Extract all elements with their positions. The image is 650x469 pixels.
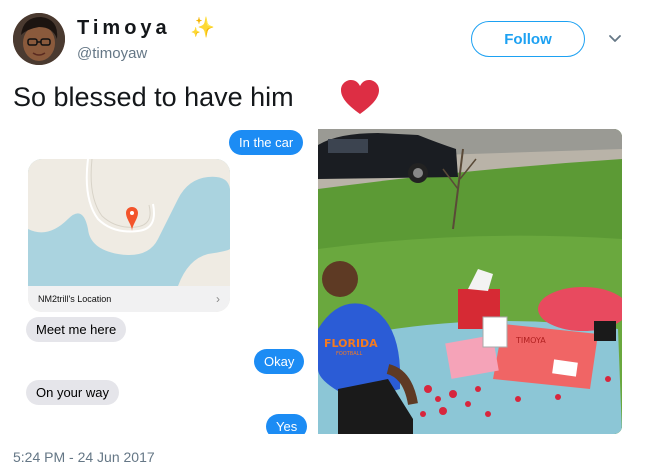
tweet-timestamp[interactable]: 5:24 PM - 24 Jun 2017 (13, 449, 155, 465)
chevron-down-icon[interactable] (605, 29, 625, 49)
display-name[interactable]: Timoya (77, 17, 171, 40)
picnic-photo-image: TIMOYA FLORIDA FOOTBALL (318, 129, 622, 434)
chevron-right-icon: › (216, 292, 220, 306)
message-meet-me-here: Meet me here (26, 317, 127, 342)
picnic-photo[interactable]: TIMOYA FLORIDA FOOTBALL (318, 129, 622, 434)
tweet-media[interactable]: In the car NM2trill's Location › Meet me… (13, 129, 622, 434)
map-icon (28, 159, 230, 286)
follow-button[interactable]: Follow (471, 21, 585, 57)
imessage-screenshot[interactable]: In the car NM2trill's Location › Meet me… (13, 129, 313, 434)
black-box (594, 321, 616, 341)
shirt-subtext: FOOTBALL (336, 351, 362, 357)
avatar[interactable] (13, 13, 65, 65)
red-heart-icon (341, 80, 379, 114)
shirt-text: FLORIDA (324, 337, 378, 350)
sign-text: TIMOYA (515, 336, 546, 345)
red-poster: TIMOYA (493, 324, 598, 389)
message-yes: Yes (266, 414, 308, 434)
user-handle[interactable]: @timoyaw (77, 45, 147, 62)
avatar-photo (13, 13, 65, 65)
message-in-the-car: In the car (229, 130, 304, 155)
location-label: NM2trill's Location (38, 294, 112, 304)
message-okay: Okay (254, 349, 305, 374)
sparkles-icon: ✨ (190, 17, 215, 39)
map-location-footer[interactable]: NM2trill's Location › (28, 286, 230, 312)
tweet-text: So blessed to have him (13, 82, 294, 112)
location-map-card[interactable]: NM2trill's Location › (28, 159, 230, 312)
photo-frame (482, 316, 508, 348)
tweet-header: Timoya ✨ @timoyaw Follow (13, 13, 638, 69)
message-on-your-way: On your way (26, 380, 119, 405)
